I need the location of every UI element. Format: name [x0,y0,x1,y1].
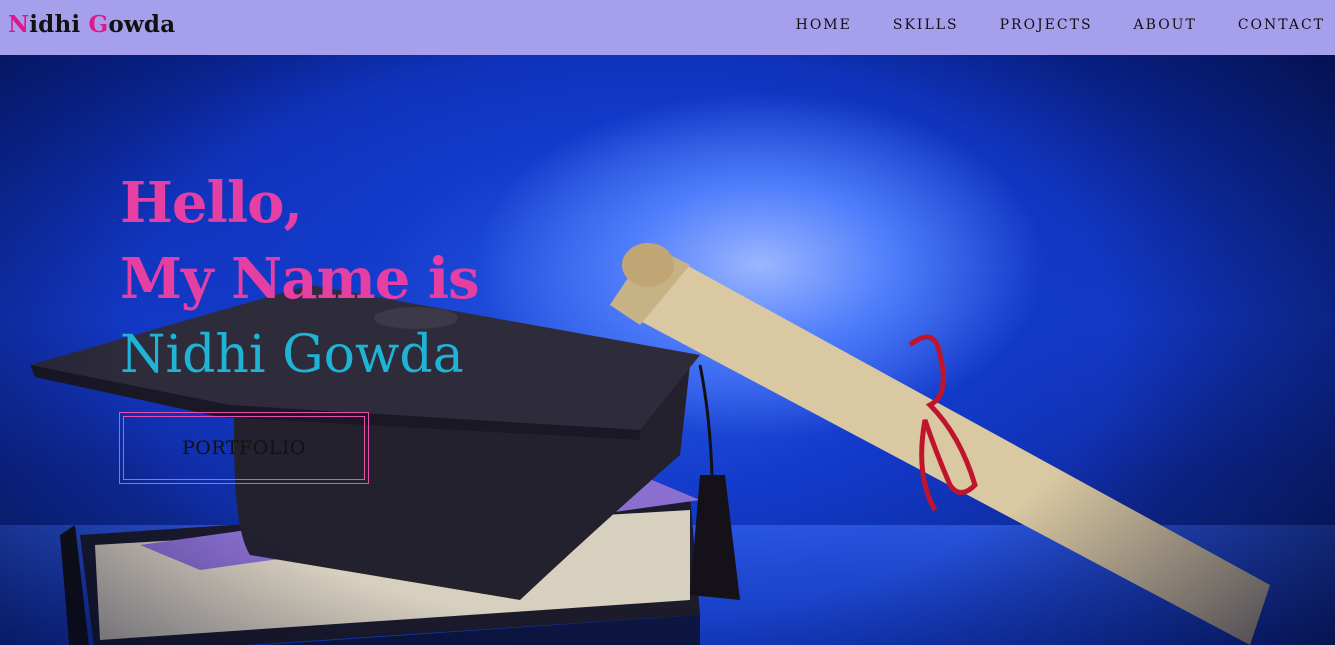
brand-initial-first: N [8,11,30,38]
nav-contact[interactable]: CONTACT [1238,17,1325,33]
brand-last-rest: owda [108,11,176,38]
nav-home[interactable]: HOME [796,17,852,33]
brand-first-rest: idhi [29,11,89,38]
hero-section: Hello, My Name is Nidhi Gowda PORTFOLIO [0,55,1335,645]
brand-initial-last: G [88,11,109,38]
top-navbar: Nidhi Gowda HOME SKILLS PROJECTS ABOUT C… [0,0,1335,55]
hero-greeting-line1: Hello, [120,170,303,236]
nav-about[interactable]: ABOUT [1134,17,1197,33]
hero-headline: Hello, My Name is Nidhi Gowda [120,165,480,393]
portfolio-button[interactable]: PORTFOLIO [119,412,369,484]
nav-skills[interactable]: SKILLS [893,17,959,33]
hero-greeting-line2: My Name is [120,246,480,312]
hero-name: Nidhi Gowda [120,325,464,385]
brand-logo[interactable]: Nidhi Gowda [8,11,175,38]
portfolio-button-label: PORTFOLIO [182,437,306,459]
main-nav: HOME SKILLS PROJECTS ABOUT CONTACT [755,17,1325,33]
nav-projects[interactable]: PROJECTS [1000,17,1093,33]
